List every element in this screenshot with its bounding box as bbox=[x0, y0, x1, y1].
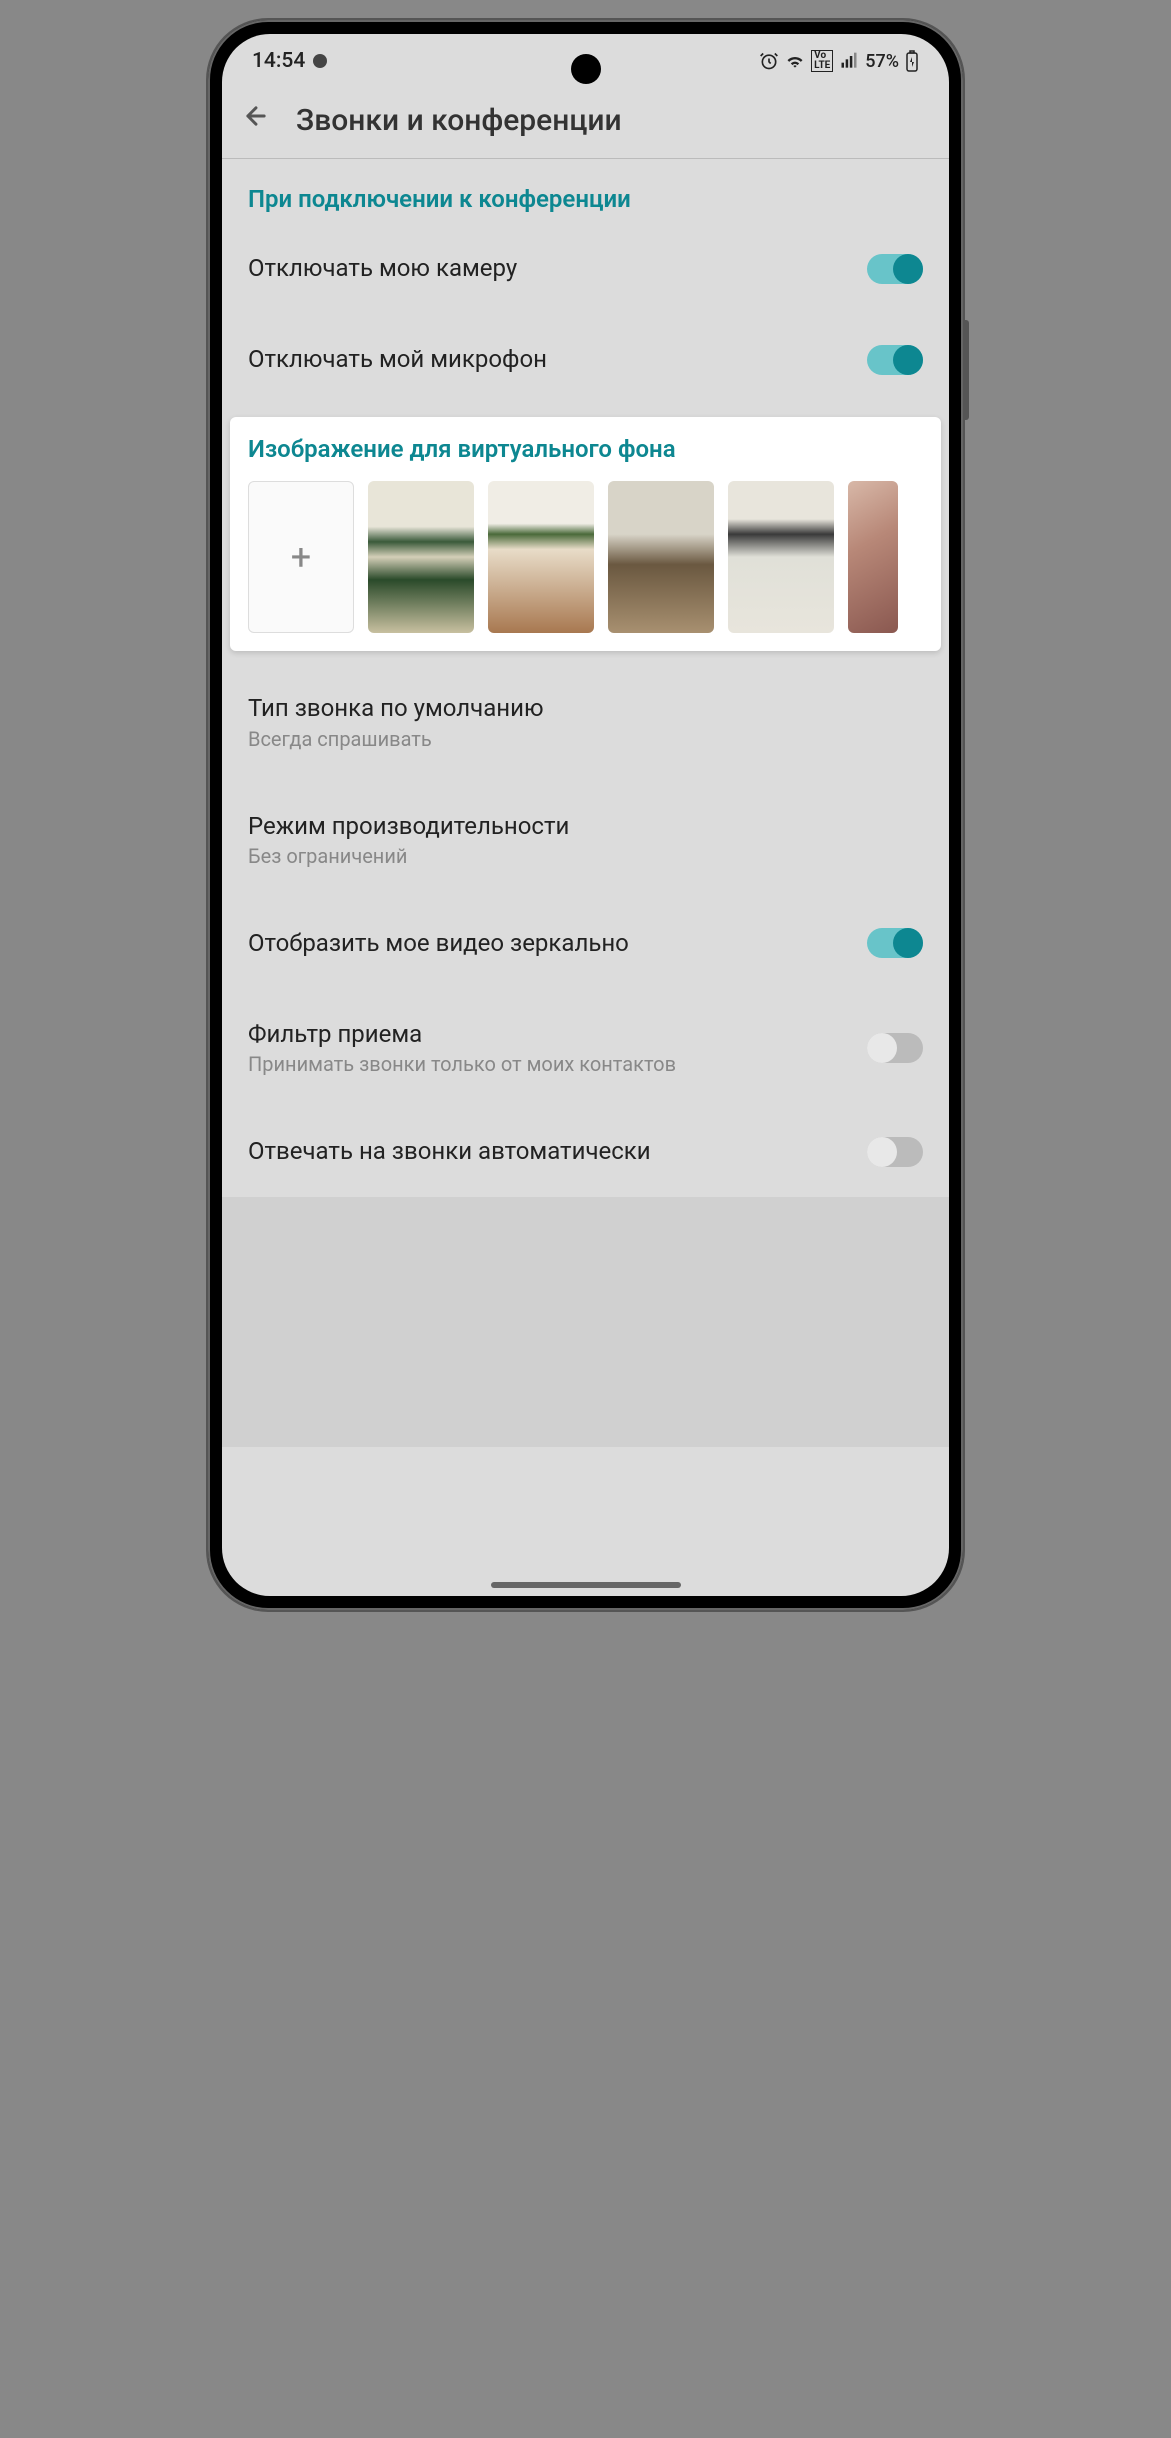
setting-mic-off[interactable]: Отключать мой микрофон bbox=[222, 314, 949, 405]
setting-sub: Принимать звонки только от моих контакто… bbox=[248, 1052, 867, 1076]
status-time: 14:54 bbox=[252, 49, 305, 73]
plus-icon: + bbox=[291, 536, 311, 578]
dnd-icon bbox=[313, 54, 327, 68]
virtual-bg-card: Изображение для виртуального фона + bbox=[230, 417, 941, 651]
side-button bbox=[963, 320, 969, 420]
setting-sub: Без ограничений bbox=[248, 844, 923, 868]
setting-filter[interactable]: Фильтр приема Принимать звонки только от… bbox=[222, 989, 949, 1106]
setting-label: Фильтр приема bbox=[248, 1019, 867, 1050]
setting-sub: Всегда спрашивать bbox=[248, 727, 923, 751]
setting-label: Отключать мой микрофон bbox=[248, 344, 867, 375]
add-bg-button[interactable]: + bbox=[248, 481, 354, 633]
toggle-filter[interactable] bbox=[867, 1033, 923, 1063]
bg-thumb-4[interactable] bbox=[728, 481, 834, 633]
toggle-auto-answer[interactable] bbox=[867, 1137, 923, 1167]
bg-thumb-5[interactable] bbox=[848, 481, 898, 633]
battery-text: 57% bbox=[865, 51, 899, 72]
setting-label: Тип звонка по умолчанию bbox=[248, 693, 923, 724]
toggle-mirror[interactable] bbox=[867, 928, 923, 958]
setting-label: Отвечать на звонки автоматически bbox=[248, 1136, 867, 1167]
back-button[interactable] bbox=[242, 102, 270, 138]
bg-thumbs-row[interactable]: + bbox=[248, 481, 941, 633]
phone-screen: 14:54 VoLTE 57% Звонки и конференции При… bbox=[222, 34, 949, 1596]
setting-label: Отключать мою камеру bbox=[248, 253, 867, 284]
signal-icon bbox=[839, 51, 859, 71]
toggle-camera-off[interactable] bbox=[867, 254, 923, 284]
setting-label: Режим производительности bbox=[248, 811, 923, 842]
setting-default-call[interactable]: Тип звонка по умолчанию Всегда спрашиват… bbox=[222, 663, 949, 780]
bg-thumb-1[interactable] bbox=[368, 481, 474, 633]
page-title: Звонки и конференции bbox=[296, 103, 622, 138]
setting-label: Отобразить мое видео зеркально bbox=[248, 928, 867, 959]
status-left: 14:54 bbox=[252, 49, 327, 73]
empty-area bbox=[222, 1197, 949, 1447]
setting-auto-answer[interactable]: Отвечать на звонки автоматически bbox=[222, 1106, 949, 1197]
camera-notch bbox=[571, 54, 601, 84]
section-header-connection: При подключении к конференции bbox=[222, 159, 949, 223]
phone-frame: 14:54 VoLTE 57% Звонки и конференции При… bbox=[208, 20, 963, 1610]
setting-performance[interactable]: Режим производительности Без ограничений bbox=[222, 781, 949, 898]
setting-camera-off[interactable]: Отключать мою камеру bbox=[222, 223, 949, 314]
setting-mirror[interactable]: Отобразить мое видео зеркально bbox=[222, 898, 949, 989]
battery-icon bbox=[905, 50, 919, 72]
volte-icon: VoLTE bbox=[811, 50, 833, 72]
app-header: Звонки и конференции bbox=[222, 78, 949, 158]
card-title: Изображение для виртуального фона bbox=[248, 435, 941, 463]
wifi-icon bbox=[785, 51, 805, 71]
home-indicator[interactable] bbox=[491, 1582, 681, 1588]
bg-thumb-2[interactable] bbox=[488, 481, 594, 633]
status-right: VoLTE 57% bbox=[759, 50, 919, 72]
bg-thumb-3[interactable] bbox=[608, 481, 714, 633]
alarm-icon bbox=[759, 51, 779, 71]
toggle-mic-off[interactable] bbox=[867, 345, 923, 375]
